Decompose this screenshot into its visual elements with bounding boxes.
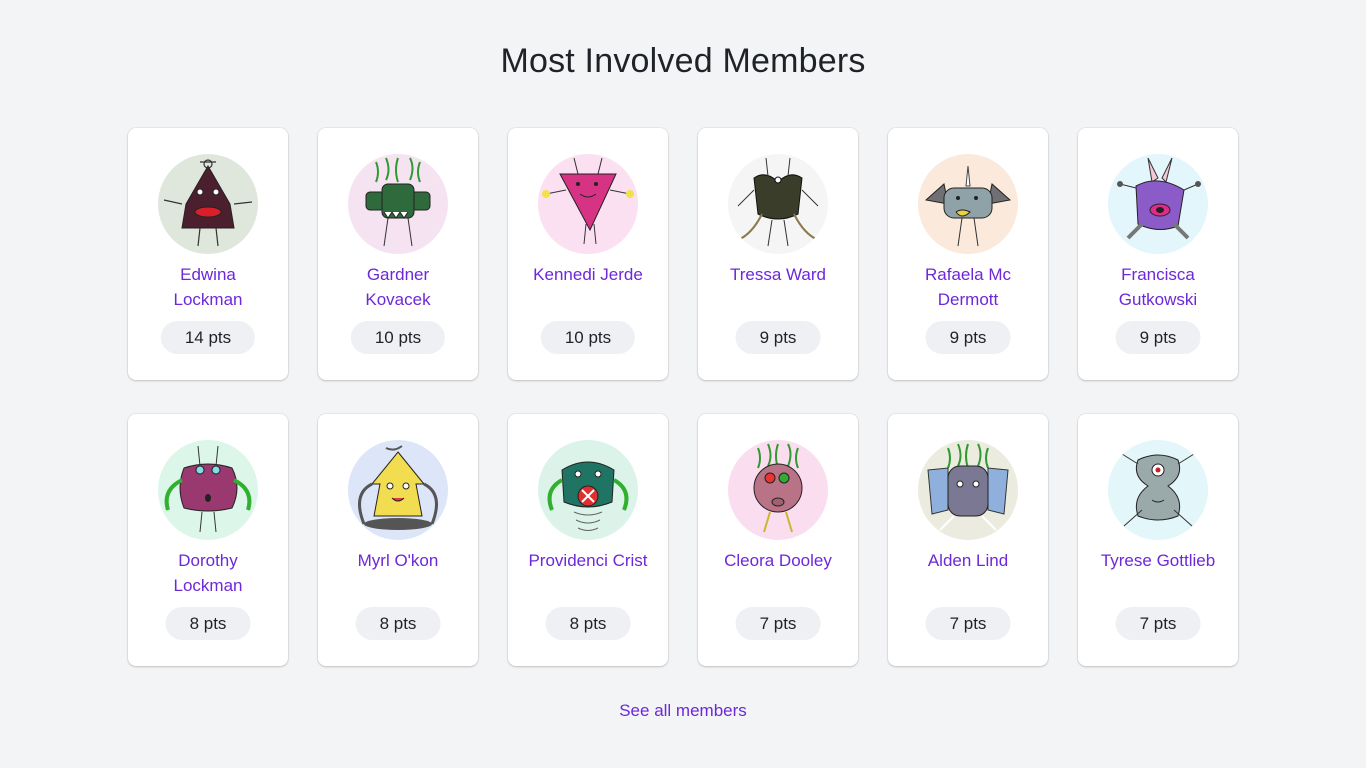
member-points-badge: 7 pts bbox=[735, 607, 821, 640]
member-card[interactable]: Gardner Kovacek 10 pts bbox=[318, 128, 478, 380]
member-card[interactable]: Tressa Ward 9 pts bbox=[698, 128, 858, 380]
member-points-badge: 7 pts bbox=[925, 607, 1011, 640]
member-avatar[interactable] bbox=[538, 154, 638, 254]
monster-avatar-icon bbox=[158, 154, 258, 254]
member-card[interactable]: Alden Lind 7 pts bbox=[888, 414, 1048, 666]
member-name[interactable]: Rafaela Mc Dermott bbox=[908, 262, 1028, 312]
see-all-members-link[interactable]: See all members bbox=[619, 701, 747, 720]
member-avatar[interactable] bbox=[728, 154, 828, 254]
member-points-badge: 10 pts bbox=[350, 321, 446, 354]
member-avatar[interactable] bbox=[728, 440, 828, 540]
member-points-badge: 14 pts bbox=[160, 321, 256, 354]
member-name[interactable]: Edwina Lockman bbox=[148, 262, 268, 312]
monster-avatar-icon bbox=[348, 440, 448, 540]
monster-avatar-icon bbox=[918, 440, 1018, 540]
member-points-badge: 9 pts bbox=[1115, 321, 1201, 354]
member-avatar[interactable] bbox=[1108, 154, 1208, 254]
member-avatar[interactable] bbox=[538, 440, 638, 540]
member-name[interactable]: Providenci Crist bbox=[528, 548, 648, 598]
member-card[interactable]: Edwina Lockman 14 pts bbox=[128, 128, 288, 380]
member-card[interactable]: Myrl O'kon 8 pts bbox=[318, 414, 478, 666]
member-avatar[interactable] bbox=[348, 440, 448, 540]
member-avatar[interactable] bbox=[1108, 440, 1208, 540]
monster-avatar-icon bbox=[348, 154, 448, 254]
member-points-badge: 7 pts bbox=[1115, 607, 1201, 640]
member-name[interactable]: Kennedi Jerde bbox=[528, 262, 648, 312]
member-card[interactable]: Rafaela Mc Dermott 9 pts bbox=[888, 128, 1048, 380]
member-points-badge: 8 pts bbox=[355, 607, 441, 640]
member-avatar[interactable] bbox=[918, 154, 1018, 254]
member-points-badge: 10 pts bbox=[540, 321, 636, 354]
member-name[interactable]: Tressa Ward bbox=[718, 262, 838, 312]
member-avatar[interactable] bbox=[348, 154, 448, 254]
member-name[interactable]: Gardner Kovacek bbox=[338, 262, 458, 312]
member-name[interactable]: Cleora Dooley bbox=[718, 548, 838, 598]
member-points-badge: 8 pts bbox=[165, 607, 251, 640]
members-grid: Edwina Lockman 14 pts Gardner Kovacek 10… bbox=[128, 128, 1238, 666]
member-name[interactable]: Dorothy Lockman bbox=[148, 548, 268, 598]
see-all-container: See all members bbox=[0, 701, 1366, 721]
member-points-badge: 8 pts bbox=[545, 607, 631, 640]
member-name[interactable]: Tyrese Gottlieb bbox=[1098, 548, 1218, 598]
member-name[interactable]: Myrl O'kon bbox=[338, 548, 458, 598]
member-card[interactable]: Cleora Dooley 7 pts bbox=[698, 414, 858, 666]
member-avatar[interactable] bbox=[158, 154, 258, 254]
member-card[interactable]: Providenci Crist 8 pts bbox=[508, 414, 668, 666]
member-points-badge: 9 pts bbox=[735, 321, 821, 354]
member-card[interactable]: Kennedi Jerde 10 pts bbox=[508, 128, 668, 380]
member-card[interactable]: Dorothy Lockman 8 pts bbox=[128, 414, 288, 666]
page-title: Most Involved Members bbox=[500, 42, 866, 80]
monster-avatar-icon bbox=[538, 440, 638, 540]
member-card[interactable]: Tyrese Gottlieb 7 pts bbox=[1078, 414, 1238, 666]
member-avatar[interactable] bbox=[158, 440, 258, 540]
monster-avatar-icon bbox=[728, 440, 828, 540]
member-card[interactable]: Francisca Gutkowski 9 pts bbox=[1078, 128, 1238, 380]
monster-avatar-icon bbox=[538, 154, 638, 254]
page: Most Involved Members Edwina Lockman 14 … bbox=[0, 0, 1366, 768]
member-avatar[interactable] bbox=[918, 440, 1018, 540]
member-name[interactable]: Alden Lind bbox=[908, 548, 1028, 598]
monster-avatar-icon bbox=[1108, 154, 1208, 254]
monster-avatar-icon bbox=[158, 440, 258, 540]
monster-avatar-icon bbox=[918, 154, 1018, 254]
member-points-badge: 9 pts bbox=[925, 321, 1011, 354]
monster-avatar-icon bbox=[1108, 440, 1208, 540]
member-name[interactable]: Francisca Gutkowski bbox=[1098, 262, 1218, 312]
monster-avatar-icon bbox=[728, 154, 828, 254]
